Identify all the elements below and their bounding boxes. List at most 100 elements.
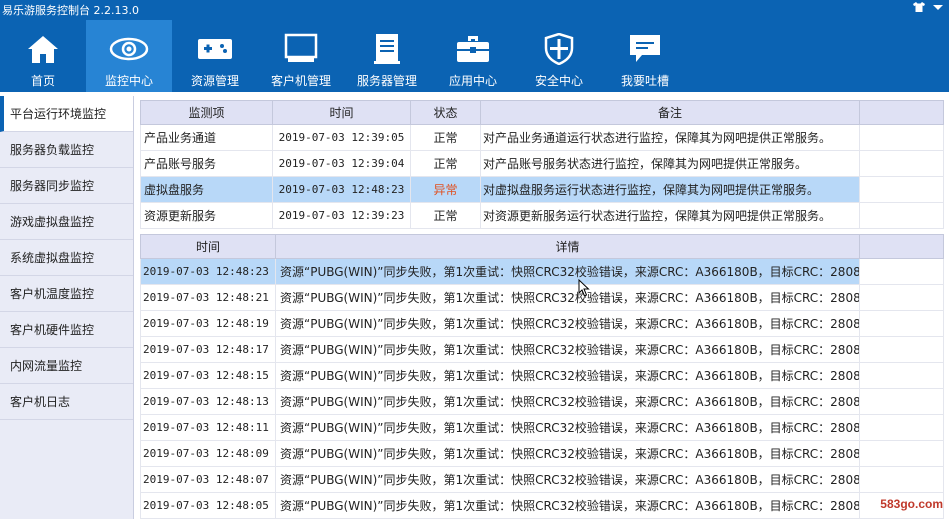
column-header[interactable]: 详情 [275,234,860,259]
cell-empty [859,284,944,311]
cell-time: 2019-07-03 12:39:23 [272,202,411,229]
cell-status: 正常 [410,202,481,229]
sidebar-item-lan-traffic[interactable]: 内网流量监控 [0,348,133,384]
log-time: 2019-07-03 12:48:15 [140,362,276,389]
nav-resource-management[interactable]: 资源管理 [172,20,258,92]
gamepad-icon [197,32,233,66]
cell-empty [859,466,944,493]
monitor-icon [284,32,318,66]
nav-label: 服务器管理 [356,74,417,88]
sidebar-item-label: 服务器负载监控 [10,143,95,157]
sidebar-item-label: 客户机温度监控 [10,287,95,301]
table-header-row: 时间 详情 [140,234,944,259]
nav-label: 安全中心 [534,74,583,88]
nav-app-center[interactable]: 应用中心 [430,20,516,92]
log-row[interactable]: 2019-07-03 12:48:19 资源“PUBG(WIN)”同步失败，第1… [140,310,944,337]
log-time: 2019-07-03 12:48:11 [140,414,276,441]
log-row[interactable]: 2019-07-03 12:48:05 资源“PUBG(WIN)”同步失败，第1… [140,492,944,519]
cell-status: 正常 [410,150,481,177]
sidebar-item-client-temp[interactable]: 客户机温度监控 [0,276,133,312]
table-row[interactable]: 产品业务通道 2019-07-03 12:39:05 正常 对产品业务通道运行状… [140,124,944,151]
log-time: 2019-07-03 12:48:13 [140,388,276,415]
log-detail: 资源“PUBG(WIN)”同步失败，第1次重试：快照CRC32校验错误，来源CR… [275,492,860,519]
column-header[interactable]: 状态 [410,100,481,125]
nav-label: 我要吐槽 [620,74,669,88]
cell-empty [859,414,944,441]
sidebar-item-platform-env[interactable]: 平台运行环境监控 [0,96,133,132]
log-time: 2019-07-03 12:48:05 [140,492,276,519]
shirt-icon[interactable] [913,2,925,15]
nav-label: 资源管理 [190,74,239,88]
log-row[interactable]: 2019-07-03 12:48:07 资源“PUBG(WIN)”同步失败，第1… [140,466,944,493]
sidebar-item-label: 系统虚拟盘监控 [10,251,95,265]
log-time: 2019-07-03 12:48:21 [140,284,276,311]
shield-icon [544,32,574,66]
sidebar-item-system-vdisk[interactable]: 系统虚拟盘监控 [0,240,133,276]
cell-empty [859,440,944,467]
log-row[interactable]: 2019-07-03 12:48:09 资源“PUBG(WIN)”同步失败，第1… [140,440,944,467]
chat-icon [628,32,662,66]
cell-empty [859,202,944,229]
cell-time: 2019-07-03 12:39:04 [272,150,411,177]
main-panel: 监测项 时间 状态 备注 产品业务通道 2019-07-03 12:39:05 … [140,100,949,519]
log-row[interactable]: 2019-07-03 12:48:11 资源“PUBG(WIN)”同步失败，第1… [140,414,944,441]
cell-empty [859,388,944,415]
log-row-selected[interactable]: 2019-07-03 12:48:23 资源“PUBG(WIN)”同步失败，第1… [140,258,944,285]
toolbox-icon [456,32,490,66]
sidebar-item-server-load[interactable]: 服务器负载监控 [0,132,133,168]
cell-time: 2019-07-03 12:39:05 [272,124,411,151]
log-row[interactable]: 2019-07-03 12:48:21 资源“PUBG(WIN)”同步失败，第1… [140,284,944,311]
log-time: 2019-07-03 12:48:19 [140,310,276,337]
cell-empty [859,336,944,363]
nav-label: 应用中心 [448,74,497,88]
log-row[interactable]: 2019-07-03 12:48:13 资源“PUBG(WIN)”同步失败，第1… [140,388,944,415]
cell-empty [859,176,944,203]
nav-security-center[interactable]: 安全中心 [516,20,602,92]
nav-label: 客户机管理 [270,74,331,88]
nav-label: 监控中心 [104,74,153,88]
monitor-table: 监测项 时间 状态 备注 产品业务通道 2019-07-03 12:39:05 … [140,100,944,229]
table-row-selected[interactable]: 虚拟盘服务 2019-07-03 12:48:23 异常 对虚拟盘服务运行状态进… [140,176,944,203]
sidebar: 平台运行环境监控 服务器负载监控 服务器同步监控 游戏虚拟盘监控 系统虚拟盘监控… [0,96,134,519]
log-time: 2019-07-03 12:48:09 [140,440,276,467]
sidebar-item-label: 内网流量监控 [10,359,83,373]
nav-server-management[interactable]: 服务器管理 [344,20,430,92]
cell-item: 产品账号服务 [140,150,273,177]
log-table: 时间 详情 2019-07-03 12:48:23 资源“PUBG(WIN)”同… [140,234,944,519]
nav-client-management[interactable]: 客户机管理 [258,20,344,92]
sidebar-item-client-hardware[interactable]: 客户机硬件监控 [0,312,133,348]
log-detail: 资源“PUBG(WIN)”同步失败，第1次重试：快照CRC32校验错误，来源CR… [275,258,860,285]
table-row[interactable]: 资源更新服务 2019-07-03 12:39:23 正常 对资源更新服务运行状… [140,202,944,229]
column-header-empty [859,234,944,259]
column-header[interactable]: 时间 [140,234,276,259]
cell-empty [859,124,944,151]
menu-icon[interactable] [933,2,943,15]
cell-status: 正常 [410,124,481,151]
home-icon [27,32,59,66]
cell-time: 2019-07-03 12:48:23 [272,176,411,203]
log-detail: 资源“PUBG(WIN)”同步失败，第1次重试：快照CRC32校验错误，来源CR… [275,310,860,337]
cell-note: 对产品业务通道运行状态进行监控，保障其为网吧提供正常服务。 [480,124,860,151]
log-detail: 资源“PUBG(WIN)”同步失败，第1次重试：快照CRC32校验错误，来源CR… [275,388,860,415]
cell-note: 对资源更新服务运行状态进行监控，保障其为网吧提供正常服务。 [480,202,860,229]
sidebar-item-client-log[interactable]: 客户机日志 [0,384,133,420]
log-row[interactable]: 2019-07-03 12:48:15 资源“PUBG(WIN)”同步失败，第1… [140,362,944,389]
nav-label: 首页 [30,74,55,88]
nav-home[interactable]: 首页 [0,20,86,92]
table-row[interactable]: 产品账号服务 2019-07-03 12:39:04 正常 对产品账号服务状态进… [140,150,944,177]
column-header[interactable]: 监测项 [140,100,273,125]
log-time: 2019-07-03 12:48:17 [140,336,276,363]
column-header[interactable]: 时间 [272,100,411,125]
sidebar-item-server-sync[interactable]: 服务器同步监控 [0,168,133,204]
column-header[interactable]: 备注 [480,100,860,125]
log-row[interactable]: 2019-07-03 12:48:17 资源“PUBG(WIN)”同步失败，第1… [140,336,944,363]
log-detail: 资源“PUBG(WIN)”同步失败，第1次重试：快照CRC32校验错误，来源CR… [275,362,860,389]
eye-icon [109,32,149,66]
top-nav: 首页 监控中心 资源管理 客户机管理 服务器管理 应用中心 安全中心 我要吐槽 [0,20,949,92]
log-detail: 资源“PUBG(WIN)”同步失败，第1次重试：快照CRC32校验错误，来源CR… [275,440,860,467]
log-detail: 资源“PUBG(WIN)”同步失败，第1次重试：快照CRC32校验错误，来源CR… [275,336,860,363]
nav-feedback[interactable]: 我要吐槽 [602,20,688,92]
sidebar-item-game-vdisk[interactable]: 游戏虚拟盘监控 [0,204,133,240]
cell-item: 资源更新服务 [140,202,273,229]
nav-monitor-center[interactable]: 监控中心 [86,20,172,92]
